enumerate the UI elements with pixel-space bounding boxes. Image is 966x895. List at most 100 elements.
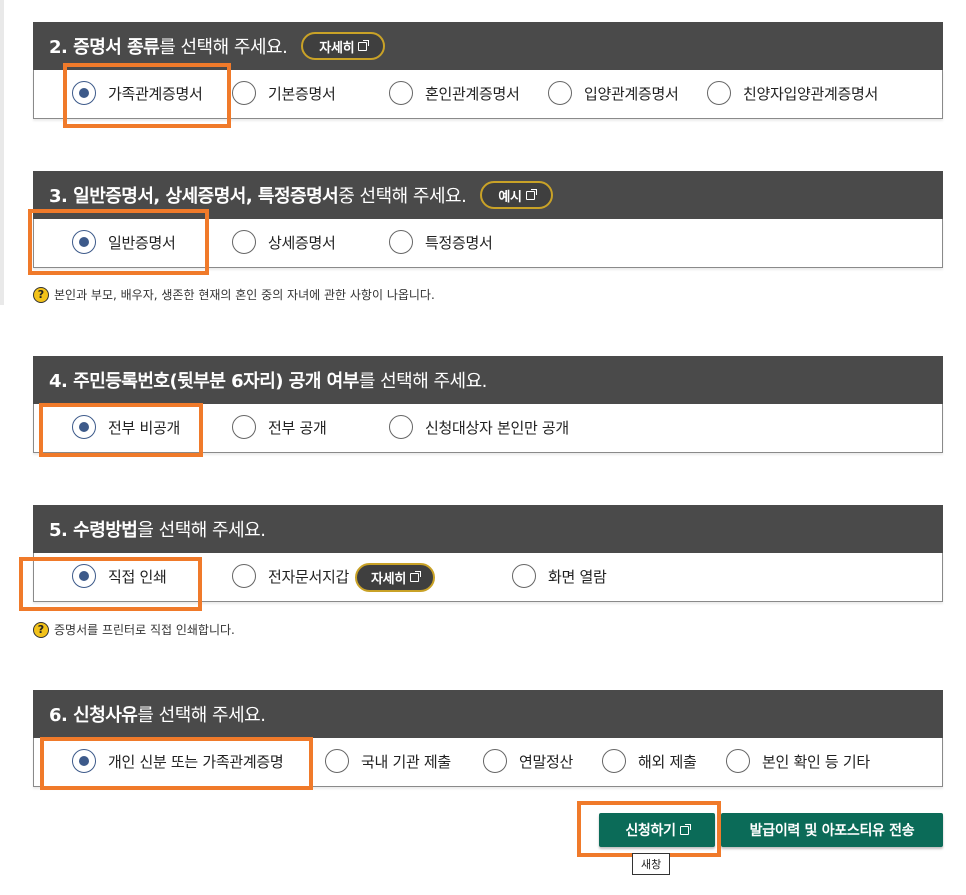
section-receive-method: 5. 수령방법 을 선택해 주세요. 직접 인쇄 전자문서지갑 자세히 화면 열람 [33, 505, 943, 602]
radio-overseas[interactable]: 해외 제출 [602, 749, 697, 773]
section-title-rest: 를 선택해 주세요. [159, 37, 288, 58]
example-button[interactable]: 예시 [480, 181, 553, 209]
help-icon: ? [33, 286, 49, 303]
details-button-label: 자세히 [371, 572, 406, 587]
option-label: 국내 기관 제출 [361, 752, 451, 771]
radio-icon [389, 230, 413, 254]
option-label: 특정증명서 [425, 233, 493, 252]
radio-icon [325, 749, 349, 773]
radio-icon [512, 564, 536, 588]
section-header: 4. 주민등록번호(뒷부분 6자리) 공개 여부 를 선택해 주세요. [33, 356, 943, 404]
option-label: 입양관계증명서 [584, 84, 679, 103]
radio-family-relation[interactable]: 가족관계증명서 [72, 81, 203, 105]
radio-direct-print[interactable]: 직접 인쇄 [72, 564, 167, 588]
radio-icon [232, 415, 256, 439]
section-title: 6. 신청사유 [49, 705, 138, 726]
radio-icon [726, 749, 750, 773]
radio-icon [602, 749, 626, 773]
option-label: 본인 확인 등 기타 [762, 752, 870, 771]
radio-icon [483, 749, 507, 773]
radio-selected-icon [72, 230, 96, 254]
external-link-icon [679, 823, 691, 835]
option-label: 혼인관계증명서 [425, 84, 520, 103]
option-label: 연말정산 [519, 752, 574, 771]
external-link-icon [525, 188, 537, 200]
external-link-icon [409, 571, 421, 582]
section-title-rest: 을 선택해 주세요. [137, 520, 266, 541]
option-label: 가족관계증명서 [108, 84, 203, 103]
radio-marriage[interactable]: 혼인관계증명서 [389, 81, 520, 105]
radio-e-wallet[interactable]: 전자문서지갑 [232, 564, 349, 588]
option-label: 화면 열람 [548, 567, 607, 586]
radio-all-public[interactable]: 전부 공개 [232, 415, 327, 439]
section-application-reason: 6. 신청사유 를 선택해 주세요. 개인 신분 또는 가족관계증명 국내 기관 … [33, 690, 943, 787]
options-row: 일반증명서 상세증명서 특정증명서 [33, 219, 943, 268]
section-title: 2. 증명서 종류 [49, 37, 160, 58]
radio-icon [389, 81, 413, 105]
section-title-rest: 를 선택해 주세요. [137, 705, 266, 726]
section-resident-number: 4. 주민등록번호(뒷부분 6자리) 공개 여부 를 선택해 주세요. 전부 비공… [33, 356, 943, 453]
e-wallet-details-button[interactable]: 자세히 [355, 563, 435, 592]
radio-icon [232, 230, 256, 254]
option-label: 기본증명서 [268, 84, 336, 103]
section-title-rest: 중 선택해 주세요. [338, 186, 467, 207]
left-divider [0, 0, 4, 305]
options-row: 개인 신분 또는 가족관계증명 국내 기관 제출 연말정산 해외 제출 본인 확… [33, 738, 943, 787]
help-icon: ? [33, 621, 49, 638]
options-row: 전부 비공개 전부 공개 신청대상자 본인만 공개 [33, 404, 943, 453]
section-title: 3. 일반증명서, 상세증명서, 특정증명서 [49, 186, 339, 207]
help-note: ? 본인과 부모, 배우자, 생존한 현재의 혼인 중의 자녀에 관한 사항이 … [33, 286, 435, 303]
section-header: 6. 신청사유 를 선택해 주세요. [33, 690, 943, 738]
example-button-label: 예시 [498, 189, 522, 205]
radio-self-only[interactable]: 신청대상자 본인만 공개 [389, 415, 569, 439]
option-label: 직접 인쇄 [108, 567, 167, 586]
radio-icon [232, 564, 256, 588]
radio-icon [707, 81, 731, 105]
radio-selected-icon [72, 415, 96, 439]
option-label: 해외 제출 [638, 752, 697, 771]
radio-domestic-agency[interactable]: 국내 기관 제출 [325, 749, 451, 773]
radio-full-adoption[interactable]: 친양자입양관계증명서 [707, 81, 878, 105]
radio-icon [232, 81, 256, 105]
help-note-text: 증명서를 프린터로 직접 인쇄합니다. [54, 623, 235, 637]
options-row: 직접 인쇄 전자문서지갑 자세히 화면 열람 [33, 553, 943, 602]
radio-basic[interactable]: 기본증명서 [232, 81, 336, 105]
details-button-label: 자세히 [319, 40, 355, 56]
option-label: 전부 비공개 [108, 418, 180, 437]
radio-year-end-tax[interactable]: 연말정산 [483, 749, 573, 773]
option-label: 개인 신분 또는 가족관계증명 [108, 752, 284, 771]
section-header: 2. 증명서 종류 를 선택해 주세요. 자세히 [33, 22, 943, 70]
section-certificate-detail: 3. 일반증명서, 상세증명서, 특정증명서 중 선택해 주세요. 예시 일반증… [33, 171, 943, 268]
section-certificate-type: 2. 증명서 종류 를 선택해 주세요. 자세히 가족관계증명서 기본증명서 혼인… [33, 22, 943, 119]
issue-history-button-label: 발급이력 및 아포스티유 전송 [749, 823, 915, 839]
details-button[interactable]: 자세히 [301, 32, 386, 60]
external-link-icon [358, 39, 370, 51]
option-label: 전부 공개 [268, 418, 327, 437]
option-label: 친양자입양관계증명서 [743, 84, 879, 103]
radio-all-hidden[interactable]: 전부 비공개 [72, 415, 180, 439]
section-title: 4. 주민등록번호(뒷부분 6자리) 공개 여부 [49, 371, 359, 392]
radio-screen-view[interactable]: 화면 열람 [512, 564, 607, 588]
section-title: 5. 수령방법 [49, 520, 138, 541]
radio-identity-family[interactable]: 개인 신분 또는 가족관계증명 [72, 749, 284, 773]
radio-selected-icon [72, 749, 96, 773]
radio-other[interactable]: 본인 확인 등 기타 [726, 749, 870, 773]
radio-icon [389, 415, 413, 439]
option-label: 신청대상자 본인만 공개 [425, 418, 569, 437]
radio-detailed[interactable]: 상세증명서 [232, 230, 336, 254]
help-note-text: 본인과 부모, 배우자, 생존한 현재의 혼인 중의 자녀에 관한 사항이 나옵… [54, 288, 435, 302]
radio-selected-icon [72, 81, 96, 105]
help-note: ? 증명서를 프린터로 직접 인쇄합니다. [33, 621, 235, 638]
radio-icon [548, 81, 572, 105]
option-label: 일반증명서 [108, 233, 176, 252]
radio-general[interactable]: 일반증명서 [72, 230, 176, 254]
radio-specific[interactable]: 특정증명서 [389, 230, 493, 254]
new-window-tooltip: 새창 [632, 853, 671, 875]
apply-button[interactable]: 신청하기 [599, 813, 715, 847]
section-header: 5. 수령방법 을 선택해 주세요. [33, 505, 943, 553]
apply-button-label: 신청하기 [625, 823, 676, 839]
issue-history-button[interactable]: 발급이력 및 아포스티유 전송 [721, 813, 943, 847]
section-title-rest: 를 선택해 주세요. [358, 371, 488, 392]
section-header: 3. 일반증명서, 상세증명서, 특정증명서 중 선택해 주세요. 예시 [33, 171, 943, 219]
radio-adoption[interactable]: 입양관계증명서 [548, 81, 679, 105]
